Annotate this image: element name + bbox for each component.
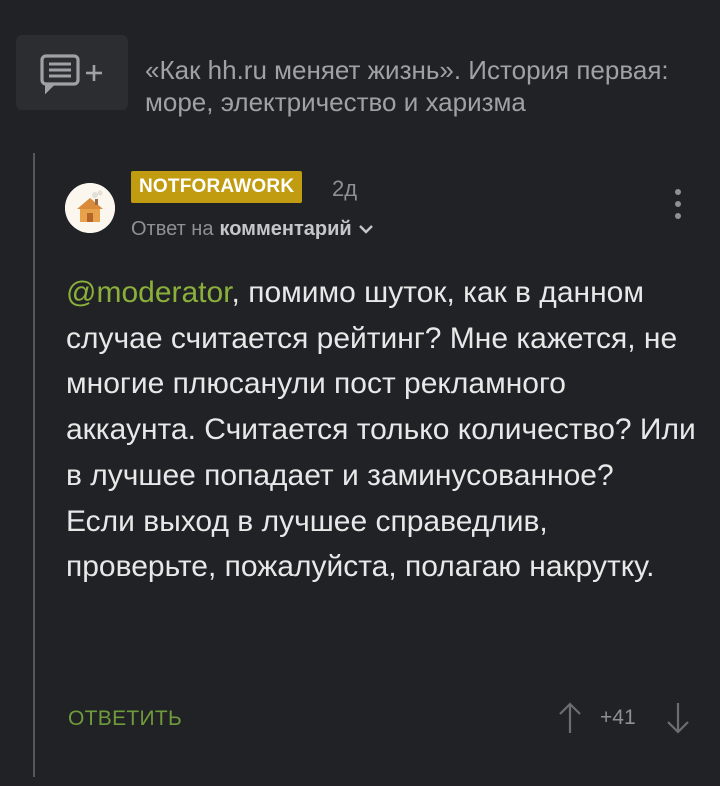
comment-time: 2д [332,176,358,201]
add-comment-button[interactable] [16,35,128,110]
thread-line[interactable] [33,153,35,777]
post-header: «Как hh.ru меняет жизнь». История первая… [16,35,706,118]
upvote-button[interactable] [557,701,583,735]
arrow-down-icon [667,703,689,734]
post-title[interactable]: «Как hh.ru меняет жизнь». История первая… [145,54,705,118]
reply-to-link[interactable]: Ответ на комментарий [131,216,374,242]
avatar-house-icon [65,183,115,233]
reply-to-target: комментарий [219,218,352,240]
mention-link[interactable]: @moderator [66,276,232,309]
downvote-button[interactable] [665,701,691,735]
more-menu-button[interactable] [664,186,692,222]
more-dot-icon [675,189,681,195]
chevron-down-icon [358,225,373,234]
more-dot-icon [675,201,681,207]
author-name[interactable]: NOTFORAWORK [131,171,303,203]
reply-to-prefix: Ответ на [131,218,214,240]
comment-paragraph: @moderator, помимо шуток, как в данном с… [66,270,696,499]
rating-value: +41 [600,706,636,729]
arrow-up-icon [559,702,581,733]
reply-button[interactable]: ОТВЕТИТЬ [68,706,182,732]
comment-add-icon [40,53,102,94]
comment-paragraph: Если выход в лучшее справедлив, проверьт… [66,504,655,584]
more-dot-icon [675,213,681,219]
avatar[interactable] [65,183,115,233]
comment-body: @moderator, помимо шуток, как в данном с… [66,270,696,590]
